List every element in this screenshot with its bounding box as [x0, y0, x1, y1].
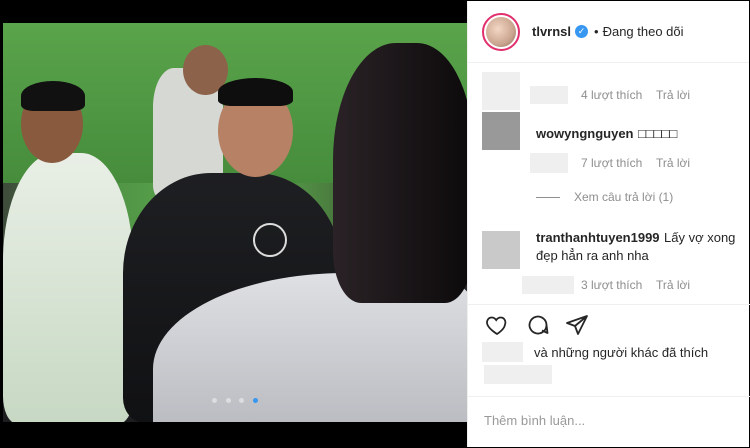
- comment-text: □□□□□: [637, 126, 678, 141]
- comment-avatar[interactable]: [482, 112, 520, 150]
- add-comment-input[interactable]: [484, 413, 724, 428]
- comment-text-placeholder: [530, 153, 568, 173]
- comment: wowyngnguyen □□□□□: [536, 125, 750, 143]
- post-viewer: tlvrnsl ✓ • Đang theo dõi 4 lượt thích T…: [0, 0, 750, 448]
- add-comment-bar: [468, 396, 750, 447]
- carousel-dot-active: [252, 398, 258, 403]
- likes-summary[interactable]: và những người khác đã thích: [534, 345, 708, 360]
- photo-person-foreground-hair: [333, 43, 467, 303]
- username[interactable]: tlvrnsl: [532, 24, 571, 39]
- avatar[interactable]: [482, 12, 520, 51]
- comment-likes[interactable]: 7 lượt thích: [581, 156, 642, 170]
- comment: tranthanhtuyen1999 Lấy vợ xong đẹp hẳn r…: [536, 229, 741, 265]
- comment-likes[interactable]: 4 lượt thích: [581, 88, 642, 102]
- post-photo[interactable]: [3, 23, 467, 422]
- heart-icon[interactable]: [484, 313, 510, 342]
- photo-person-left-hair: [21, 81, 85, 111]
- comment-username[interactable]: wowyngnguyen: [536, 126, 634, 141]
- comment-avatar[interactable]: [482, 72, 520, 110]
- photo-person-left: [3, 153, 133, 422]
- photo-person-center-hair: [218, 78, 293, 106]
- carousel-dot: [239, 398, 245, 403]
- comment-reply-button[interactable]: Trả lời: [656, 88, 690, 102]
- comment-likes[interactable]: 3 lượt thích: [581, 278, 642, 292]
- comment-reply-button[interactable]: Trả lời: [656, 278, 690, 292]
- divider-line: [536, 197, 560, 199]
- view-replies-label: Xem câu trả lời (1): [574, 190, 674, 204]
- follow-status[interactable]: Đang theo dõi: [603, 24, 684, 39]
- post-sidebar: tlvrnsl ✓ • Đang theo dõi 4 lượt thích T…: [467, 1, 750, 447]
- share-icon[interactable]: [564, 313, 590, 342]
- comment-reply-button[interactable]: Trả lời: [656, 156, 690, 170]
- post-header: tlvrnsl ✓ • Đang theo dõi: [468, 1, 749, 63]
- comments-list[interactable]: 4 lượt thích Trả lời wowyngnguyen □□□□□ …: [468, 64, 750, 304]
- avatar-image: [486, 16, 516, 47]
- action-bar: [468, 304, 750, 344]
- shirt-logo: [253, 223, 287, 257]
- carousel-dots: [3, 390, 467, 408]
- comment-text-placeholder: [522, 276, 574, 294]
- comment-avatar[interactable]: [482, 231, 520, 269]
- comment-icon[interactable]: [525, 313, 551, 342]
- carousel-dot: [212, 398, 218, 403]
- verified-badge-icon: ✓: [575, 25, 589, 38]
- comment-username[interactable]: tranthanhtuyen1999: [536, 230, 660, 245]
- liker-avatar-placeholder: [482, 342, 523, 362]
- comment-text-placeholder: [530, 86, 568, 104]
- carousel-dot: [225, 398, 231, 403]
- view-replies-button[interactable]: Xem câu trả lời (1): [536, 190, 673, 204]
- separator: •: [594, 24, 599, 39]
- timestamp-placeholder: [484, 365, 552, 384]
